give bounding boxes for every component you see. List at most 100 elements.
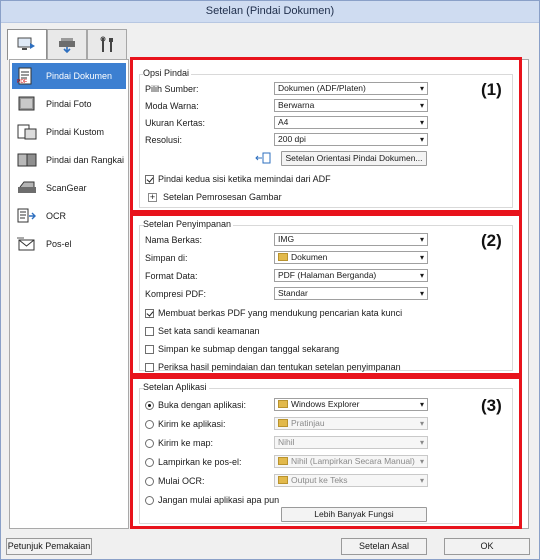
attach-to-email-value: Nihil (Lampirkan Secara Manual) bbox=[291, 456, 415, 466]
sidebar-item-label: Pindai Dokumen bbox=[46, 71, 113, 81]
attach-to-email-radio[interactable]: Lampirkan ke pos-el: bbox=[145, 457, 242, 467]
chevron-down-icon: ▾ bbox=[419, 118, 424, 127]
chevron-down-icon: ▾ bbox=[419, 289, 424, 298]
checkbox-box[interactable] bbox=[145, 344, 154, 354]
tab-scan-from-computer[interactable] bbox=[7, 29, 47, 60]
chevron-down-icon: ▾ bbox=[419, 135, 424, 144]
pdf-compression-label: Kompresi PDF: bbox=[145, 289, 207, 299]
start-ocr-radio[interactable]: Mulai OCR: bbox=[145, 476, 205, 486]
tab-scan-from-operation-panel[interactable] bbox=[47, 29, 87, 59]
radio-button[interactable] bbox=[145, 495, 154, 505]
sidebar-item-label: Pindai Foto bbox=[46, 99, 92, 109]
save-settings-section: Setelan Penyimpanan (2) Nama Berkas: IMG… bbox=[130, 213, 522, 376]
application-settings-section: Setelan Aplikasi (3) Buka dengan aplikas… bbox=[130, 376, 522, 529]
data-format-label: Format Data: bbox=[145, 271, 198, 281]
document-scan-icon: PDF bbox=[17, 67, 32, 85]
open-with-app-value: Windows Explorer bbox=[291, 399, 360, 409]
window-title: Setelan (Pindai Dokumen) bbox=[1, 1, 539, 23]
keyword-search-pdf-checkbox[interactable]: Membuat berkas PDF yang mendukung pencar… bbox=[145, 308, 402, 318]
radio-button[interactable] bbox=[145, 476, 154, 486]
checkbox-box[interactable] bbox=[145, 362, 154, 372]
file-name-select[interactable]: IMG ▾ bbox=[274, 233, 428, 246]
check-scan-results-label: Periksa hasil pemindaian dan tentukan se… bbox=[158, 362, 401, 372]
data-format-select[interactable]: PDF (Halaman Berganda) ▾ bbox=[274, 269, 428, 282]
sidebar-item-email[interactable]: Pos-el bbox=[12, 231, 126, 257]
pdf-compression-select[interactable]: Standar ▾ bbox=[274, 287, 428, 300]
section-marker-2: (2) bbox=[481, 231, 502, 250]
save-settings-title: Setelan Penyimpanan bbox=[143, 219, 234, 229]
radio-button[interactable] bbox=[145, 419, 154, 429]
paper-size-select[interactable]: A4 ▾ bbox=[274, 116, 428, 129]
chevron-down-icon: ▾ bbox=[419, 476, 424, 485]
no-app-radio[interactable]: Jangan mulai aplikasi apa pun bbox=[145, 495, 279, 505]
sidebar-item-ocr[interactable]: OCR bbox=[12, 203, 126, 229]
no-app-label: Jangan mulai aplikasi apa pun bbox=[158, 495, 280, 505]
defaults-button[interactable]: Setelan Asal bbox=[341, 538, 427, 555]
sidebar-item-document-scan[interactable]: PDF Pindai Dokumen bbox=[12, 63, 126, 89]
save-in-value: Dokumen bbox=[291, 252, 328, 262]
custom-scan-icon bbox=[17, 124, 37, 140]
email-icon bbox=[17, 237, 35, 251]
open-with-app-radio[interactable]: Buka dengan aplikasi: bbox=[145, 400, 246, 410]
image-processing-expander[interactable]: + Setelan Pemrosesan Gambar bbox=[148, 192, 282, 202]
start-ocr-select[interactable]: Output ke Teks ▾ bbox=[274, 474, 428, 487]
tools-icon bbox=[100, 36, 113, 52]
duplex-checkbox[interactable]: Pindai kedua sisi ketika memindai dari A… bbox=[145, 174, 331, 184]
chevron-down-icon: ▾ bbox=[419, 438, 424, 447]
color-mode-select[interactable]: Berwarna ▾ bbox=[274, 99, 428, 112]
instructions-button[interactable]: Petunjuk Pemakaian bbox=[6, 538, 92, 555]
ocr-icon bbox=[17, 208, 36, 223]
radio-button[interactable] bbox=[145, 400, 154, 410]
radio-button[interactable] bbox=[145, 438, 154, 448]
chevron-down-icon: ▾ bbox=[419, 271, 424, 280]
expand-plus-icon[interactable]: + bbox=[148, 192, 157, 202]
send-to-app-radio[interactable]: Kirim ke aplikasi: bbox=[145, 419, 226, 429]
scangear-icon bbox=[18, 181, 36, 193]
scan-from-computer-icon bbox=[17, 37, 35, 50]
pdf-compression-value: Standar bbox=[278, 288, 308, 298]
sidebar-item-photo-scan[interactable]: Pindai Foto bbox=[12, 91, 126, 117]
source-select[interactable]: Dokumen (ADF/Platen) ▾ bbox=[274, 82, 428, 95]
orientation-settings-button[interactable]: Setelan Orientasi Pindai Dokumen... bbox=[281, 151, 427, 166]
ok-button[interactable]: OK bbox=[444, 538, 530, 555]
tab-general-settings[interactable] bbox=[87, 29, 127, 59]
folder-icon bbox=[278, 253, 288, 261]
paper-size-value: A4 bbox=[278, 117, 289, 127]
send-to-folder-select[interactable]: Nihil ▾ bbox=[274, 436, 428, 449]
duplex-label: Pindai kedua sisi ketika memindai dari A… bbox=[158, 174, 331, 184]
file-name-label: Nama Berkas: bbox=[145, 235, 203, 245]
start-ocr-value: Output ke Teks bbox=[291, 475, 348, 485]
attach-to-email-label: Lampirkan ke pos-el: bbox=[158, 457, 242, 467]
checkbox-box[interactable] bbox=[145, 326, 154, 336]
sidebar-item-scan-and-stitch[interactable]: Pindai dan Rangkai bbox=[12, 147, 126, 173]
send-to-folder-radio[interactable]: Kirim ke map: bbox=[145, 438, 213, 448]
radio-button[interactable] bbox=[145, 457, 154, 467]
sidebar-item-label: Pindai dan Rangkai bbox=[46, 155, 125, 165]
svg-text:PDF: PDF bbox=[17, 79, 27, 85]
paper-size-label: Ukuran Kertas: bbox=[145, 118, 206, 128]
save-in-select[interactable]: Dokumen ▾ bbox=[274, 251, 428, 264]
sidebar-item-label: OCR bbox=[46, 211, 66, 221]
attach-to-email-select[interactable]: Nihil (Lampirkan Secara Manual) ▾ bbox=[274, 455, 428, 468]
source-label: Pilih Sumber: bbox=[145, 84, 199, 94]
sidebar-item-custom-scan[interactable]: Pindai Kustom bbox=[12, 119, 126, 145]
sidebar-item-label: Pindai Kustom bbox=[46, 127, 105, 137]
security-password-checkbox[interactable]: Set kata sandi keamanan bbox=[145, 326, 260, 336]
application-icon bbox=[278, 400, 288, 408]
security-password-label: Set kata sandi keamanan bbox=[158, 326, 260, 336]
send-to-app-select[interactable]: Pratinjau ▾ bbox=[274, 417, 428, 430]
settings-window: Setelan (Pindai Dokumen) PDF Pindai Doku… bbox=[0, 0, 540, 560]
date-subfolder-checkbox[interactable]: Simpan ke submap dengan tanggal sekarang bbox=[145, 344, 339, 354]
more-functions-button[interactable]: Lebih Banyak Fungsi bbox=[281, 507, 427, 522]
check-scan-results-checkbox[interactable]: Periksa hasil pemindaian dan tentukan se… bbox=[145, 362, 401, 372]
open-with-app-select[interactable]: Windows Explorer ▾ bbox=[274, 398, 428, 411]
resolution-select[interactable]: 200 dpi ▾ bbox=[274, 133, 428, 146]
photo-scan-icon bbox=[18, 96, 35, 111]
date-subfolder-label: Simpan ke submap dengan tanggal sekarang bbox=[158, 344, 340, 354]
send-to-app-label: Kirim ke aplikasi: bbox=[158, 419, 226, 429]
application-icon bbox=[278, 419, 288, 427]
sidebar-item-scangear[interactable]: ScanGear bbox=[12, 175, 126, 201]
checkbox-box[interactable] bbox=[145, 174, 154, 184]
checkbox-box[interactable] bbox=[145, 308, 154, 318]
image-processing-label: Setelan Pemrosesan Gambar bbox=[163, 192, 282, 202]
